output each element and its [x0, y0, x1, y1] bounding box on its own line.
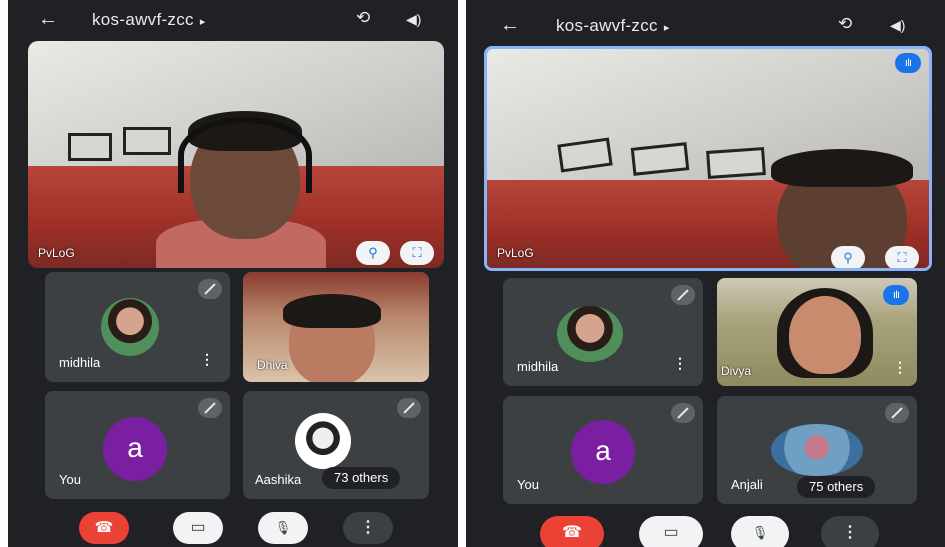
self-tile[interactable]: a You — [503, 396, 703, 504]
pin-icon[interactable]: ⚲ — [831, 246, 865, 268]
participant-tile[interactable]: Anjali 75 others — [717, 396, 917, 504]
more-options-icon[interactable]: ⋮ — [893, 359, 907, 376]
speaker-icon[interactable]: ◀) — [890, 17, 905, 34]
screenshot-left: ← kos-awvf-zcc ▸ ⟲ ◀) PvLoG ⚲ ⛶ midhila ⋮… — [8, 0, 458, 547]
mic-off-icon — [198, 279, 222, 299]
wall-frame — [123, 127, 171, 155]
wall-frame — [68, 133, 112, 161]
top-bar: ← kos-awvf-zcc ▸ ⟲ ◀) — [8, 0, 458, 40]
mic-off-icon — [671, 403, 695, 423]
more-options-icon[interactable]: ⋮ — [673, 355, 687, 372]
avatar: a — [571, 420, 635, 484]
speaking-indicator-icon: ıIı — [883, 285, 909, 305]
back-arrow-icon[interactable]: ← — [38, 8, 58, 31]
participant-tile[interactable]: midhila ⋮ — [45, 272, 230, 382]
fullscreen-icon[interactable]: ⛶ — [400, 241, 434, 265]
mic-off-icon — [671, 285, 695, 305]
mic-off-button[interactable]: 🎙 — [258, 512, 308, 544]
participant-video-tile[interactable]: ıIı Divya ⋮ — [717, 278, 917, 386]
avatar — [557, 306, 623, 362]
avatar — [101, 298, 159, 356]
main-video-tile[interactable]: PvLoG ⚲ ⛶ — [28, 41, 444, 268]
others-count[interactable]: 73 others — [322, 467, 401, 489]
main-tile-name: PvLoG — [497, 246, 534, 260]
participant-video-tile[interactable]: Dhiva — [243, 272, 429, 382]
camera-off-button[interactable]: ▭ — [173, 512, 223, 544]
participant-name: Anjali — [731, 477, 763, 492]
participant-name: Aashika — [255, 472, 302, 487]
camera-off-button[interactable]: ▭ — [639, 516, 703, 547]
person-hair — [283, 294, 381, 328]
avatar: a — [103, 417, 167, 481]
screenshot-right: ← kos-awvf-zcc ▸ ⟲ ◀) ıIı PvLoG ⚲ ⛶ midhi… — [466, 0, 945, 547]
participant-name: You — [517, 477, 539, 492]
main-video-tile[interactable]: ıIı PvLoG ⚲ ⛶ — [484, 46, 932, 271]
participant-name: midhila — [517, 359, 559, 374]
meeting-code[interactable]: kos-awvf-zcc ▸ — [556, 16, 670, 36]
more-options-icon[interactable]: ⋮ — [200, 351, 214, 368]
caret-right-icon: ▸ — [199, 16, 206, 28]
switch-camera-icon[interactable]: ⟲ — [838, 14, 852, 34]
person-hair — [771, 149, 913, 187]
wall-frame — [706, 147, 766, 179]
speaker-icon[interactable]: ◀) — [406, 11, 421, 28]
pin-icon[interactable]: ⚲ — [356, 241, 390, 265]
wall-frame — [630, 142, 690, 176]
speaking-indicator-icon: ıIı — [895, 53, 921, 73]
others-count[interactable]: 75 others — [797, 476, 876, 498]
mic-off-button[interactable]: 🎙 — [731, 516, 789, 547]
back-arrow-icon[interactable]: ← — [500, 14, 520, 37]
fullscreen-icon[interactable]: ⛶ — [885, 246, 919, 268]
mic-off-icon — [198, 398, 222, 418]
person-face — [789, 296, 861, 374]
meeting-code[interactable]: kos-awvf-zcc ▸ — [92, 10, 206, 30]
self-tile[interactable]: a You — [45, 391, 230, 499]
participant-tile[interactable]: midhila ⋮ — [503, 278, 703, 386]
participant-name: Divya — [721, 364, 752, 378]
participant-name: Dhiva — [257, 358, 288, 372]
avatar — [771, 424, 863, 476]
participant-name: You — [59, 472, 81, 487]
main-tile-name: PvLoG — [38, 246, 75, 260]
more-options-button[interactable]: ⋮ — [821, 516, 879, 547]
participant-tile[interactable]: Aashika 73 others — [243, 391, 429, 499]
mic-off-icon — [397, 398, 421, 418]
top-bar: ← kos-awvf-zcc ▸ ⟲ ◀) — [466, 0, 945, 40]
end-call-button[interactable]: ☎ — [540, 516, 604, 547]
caret-right-icon: ▸ — [663, 22, 670, 34]
participant-name: midhila — [59, 355, 101, 370]
avatar — [295, 413, 351, 469]
mic-off-icon — [885, 403, 909, 423]
more-options-button[interactable]: ⋮ — [343, 512, 393, 544]
switch-camera-icon[interactable]: ⟲ — [356, 8, 370, 28]
end-call-button[interactable]: ☎ — [79, 512, 129, 544]
headset — [178, 117, 312, 193]
